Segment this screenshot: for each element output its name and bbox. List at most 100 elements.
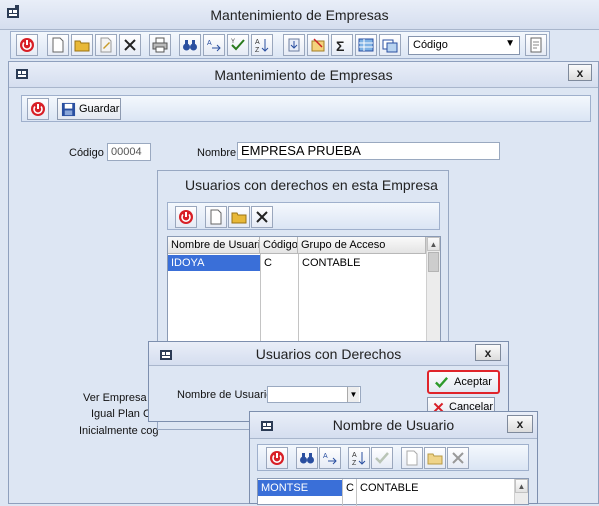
nombre-usuario-combo[interactable]: ▼ (267, 386, 361, 403)
svg-text:Σ: Σ (336, 38, 344, 53)
codigo-label: Código (69, 147, 104, 159)
grid-button[interactable] (355, 34, 377, 56)
export-button[interactable] (307, 34, 329, 56)
sigma-icon: Σ (336, 38, 344, 53)
delete-x-icon (452, 452, 464, 464)
save-button[interactable]: Guardar (57, 98, 121, 120)
usuarios-delete-button[interactable] (251, 206, 273, 228)
power-button[interactable] (16, 34, 38, 56)
print-button[interactable] (149, 34, 171, 56)
nombre-label: Nombre (197, 147, 237, 159)
nombre-search-next-button[interactable]: A (319, 447, 341, 469)
search-button[interactable] (179, 34, 201, 56)
svg-text:Z: Z (255, 47, 260, 53)
col-header-usuario[interactable]: Nombre de Usuario (168, 237, 260, 254)
table-row-cell-codigo[interactable]: C (261, 255, 298, 271)
new-button[interactable] (47, 34, 69, 56)
nombre-open-button[interactable] (424, 447, 446, 469)
filter-check-icon: Y (231, 39, 245, 51)
usuarios-open-button[interactable] (228, 206, 250, 228)
scroll-up-icon[interactable]: ▲ (515, 479, 528, 493)
table-row-cell-grupo[interactable]: CONTABLE (299, 255, 425, 271)
inicialmente-label: Inicialmente cog (79, 425, 159, 437)
col-header-grupo[interactable]: Grupo de Acceso (298, 237, 426, 254)
table-row-cell-codigo[interactable]: C (343, 480, 356, 496)
main-titlebar: Mantenimiento de Empresas (0, 0, 599, 30)
window-icon (382, 39, 398, 53)
usuarios-new-button[interactable] (205, 206, 227, 228)
sort-button[interactable]: AZ (251, 34, 273, 56)
table-row-cell-grupo[interactable]: CONTABLE (357, 480, 507, 496)
usuarios-panel-title: Usuarios con derechos en esta Empresa (185, 177, 438, 193)
main-toolbar: A Y AZ Σ Código ▼ (10, 31, 550, 59)
nombre-new-button[interactable] (401, 447, 423, 469)
svg-text:A: A (207, 40, 212, 47)
new-document-icon (52, 37, 64, 53)
aceptar-button[interactable]: Aceptar (427, 370, 500, 394)
inner-titlebar: Mantenimiento de Empresas x (9, 62, 598, 88)
folder-icon (427, 453, 443, 465)
save-button-label: Guardar (79, 103, 120, 115)
aceptar-label: Aceptar (454, 376, 492, 388)
import-icon (288, 38, 300, 52)
printer-icon (152, 37, 168, 53)
derechos-titlebar: Usuarios con Derechos x (149, 342, 508, 366)
config-button[interactable] (525, 34, 547, 56)
usuarios-power-button[interactable] (175, 206, 197, 228)
nombre-search-button[interactable] (296, 447, 318, 469)
nombre-field[interactable]: EMPRESA PRUEBA (237, 142, 500, 160)
inner-power-button[interactable] (27, 98, 49, 120)
svg-text:Y: Y (231, 39, 235, 45)
nombre-check-button[interactable] (371, 447, 393, 469)
nombre-usuario-close-button[interactable]: x (507, 415, 533, 433)
binoculars-icon (300, 453, 314, 464)
sort-az-icon: AZ (352, 452, 366, 466)
nombre-usuario-toolbar: A AZ (257, 444, 529, 471)
sum-button[interactable]: Σ (331, 34, 353, 56)
filter-button[interactable]: Y (227, 34, 249, 56)
scroll-up-icon[interactable]: ▲ (427, 237, 440, 251)
edit-document-icon (100, 37, 112, 53)
power-icon (179, 210, 193, 224)
code-select[interactable]: Código ▼ (408, 36, 520, 55)
nombre-usuario-window-icon (260, 418, 274, 432)
sort-az-icon: AZ (255, 39, 269, 53)
table-row-cell-usuario[interactable]: MONTSE (258, 480, 342, 496)
delete-button[interactable] (119, 34, 141, 56)
inner-window-title: Mantenimiento de Empresas (214, 66, 393, 83)
folder-icon (231, 212, 247, 224)
scroll-thumb[interactable] (428, 252, 439, 272)
inner-window-icon (15, 66, 29, 80)
code-select-value: Código (413, 39, 448, 51)
delete-x-icon (124, 39, 136, 51)
derechos-close-button[interactable]: x (475, 344, 501, 361)
usuarios-toolbar (167, 202, 440, 230)
settings-page-icon (530, 37, 542, 53)
nombre-scrollbar[interactable]: ▲ (514, 479, 528, 504)
nombre-usuario-title: Nombre de Usuario (332, 417, 455, 433)
edit-button[interactable] (95, 34, 117, 56)
chevron-down-icon: ▼ (347, 387, 359, 402)
folder-icon (74, 40, 90, 52)
grid-icon (358, 38, 374, 52)
inner-toolbar: Guardar (21, 95, 591, 122)
table-row-cell-usuario[interactable]: IDOYA (168, 255, 260, 271)
open-button[interactable] (71, 34, 93, 56)
inner-close-button[interactable]: x (568, 64, 592, 81)
power-icon (31, 102, 45, 116)
import-button[interactable] (283, 34, 305, 56)
derechos-dialog: Usuarios con Derechos x Nombre de Usuari… (148, 341, 509, 422)
binoculars-icon (183, 40, 197, 51)
nombre-usuario-grid: MONTSE C CONTABLE ▲ (257, 478, 529, 506)
nombre-sort-button[interactable]: AZ (348, 447, 370, 469)
col-header-codigo[interactable]: Código (260, 237, 298, 254)
window-button[interactable] (379, 34, 401, 56)
search-next-button[interactable]: A (203, 34, 225, 56)
nombre-power-button[interactable] (266, 447, 288, 469)
export-icon (311, 38, 325, 52)
checkmark-icon (375, 452, 389, 464)
codigo-field[interactable]: 00004 (107, 143, 151, 161)
nombre-usuario-titlebar: Nombre de Usuario x (250, 412, 537, 439)
nombre-delete-button[interactable] (447, 447, 469, 469)
new-document-icon (210, 209, 222, 225)
